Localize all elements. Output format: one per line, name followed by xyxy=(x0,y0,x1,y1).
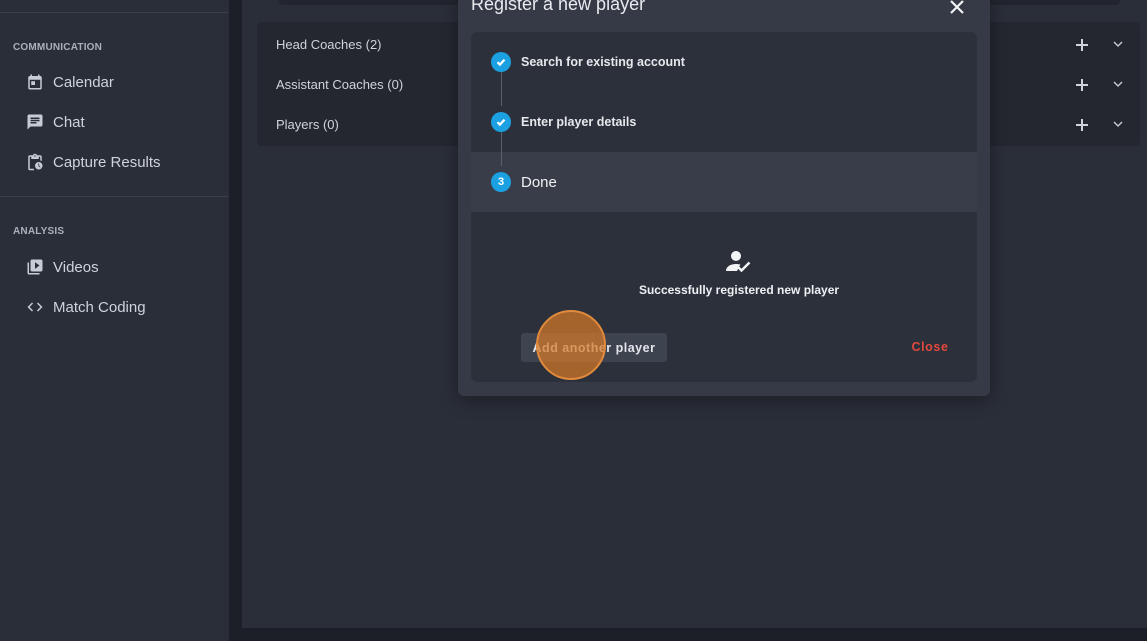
sidebar-item-label: Capture Results xyxy=(53,153,161,171)
sidebar-item-label: Videos xyxy=(53,258,99,276)
chevron-down-icon[interactable] xyxy=(1112,38,1124,50)
step-done: 3 Done xyxy=(491,171,557,193)
step-label: Done xyxy=(521,173,557,191)
step-search-existing[interactable]: Search for existing account xyxy=(491,51,685,73)
check-icon xyxy=(491,112,511,132)
calendar-icon xyxy=(26,73,44,91)
success-message: Successfully registered new player xyxy=(638,283,840,297)
step-connector xyxy=(501,72,502,106)
sidebar-item-label: Match Coding xyxy=(53,298,146,316)
section-title-analysis: ANALYSIS xyxy=(13,226,65,237)
plus-icon[interactable] xyxy=(1075,78,1089,92)
add-another-player-button[interactable]: Add another player xyxy=(521,333,667,362)
step-enter-details[interactable]: Enter player details xyxy=(491,111,636,133)
step-label: Search for existing account xyxy=(521,55,685,69)
sidebar-item-capture-results[interactable]: Capture Results xyxy=(26,150,216,174)
sidebar-item-calendar[interactable]: Calendar xyxy=(26,70,216,94)
clipboard-icon xyxy=(26,153,44,171)
sidebar-item-chat[interactable]: Chat xyxy=(26,110,216,134)
sidebar-item-match-coding[interactable]: Match Coding xyxy=(26,295,216,319)
plus-icon[interactable] xyxy=(1075,38,1089,52)
sidebar-item-label: Calendar xyxy=(53,73,114,91)
sidebar-divider xyxy=(0,196,229,197)
chevron-down-icon[interactable] xyxy=(1112,78,1124,90)
sidebar-item-label: Chat xyxy=(53,113,85,131)
step-label: Enter player details xyxy=(521,115,637,129)
sidebar: COMMUNICATION Calendar Chat Capture Resu… xyxy=(0,0,229,641)
modal-title: Register a new player xyxy=(471,0,646,14)
step-connector xyxy=(501,132,502,166)
sidebar-item-videos[interactable]: Videos xyxy=(26,255,216,279)
close-button[interactable]: Close xyxy=(900,336,960,358)
code-icon xyxy=(26,298,44,316)
section-title-communication: COMMUNICATION xyxy=(13,42,103,53)
step-number-badge: 3 xyxy=(491,172,511,192)
sidebar-top-divider xyxy=(0,12,229,13)
video-library-icon xyxy=(26,258,44,276)
chat-icon xyxy=(26,113,44,131)
check-icon xyxy=(491,52,511,72)
chevron-down-icon[interactable] xyxy=(1112,118,1124,130)
plus-icon[interactable] xyxy=(1075,118,1089,132)
close-icon[interactable] xyxy=(948,0,966,16)
user-check-icon xyxy=(726,250,752,274)
